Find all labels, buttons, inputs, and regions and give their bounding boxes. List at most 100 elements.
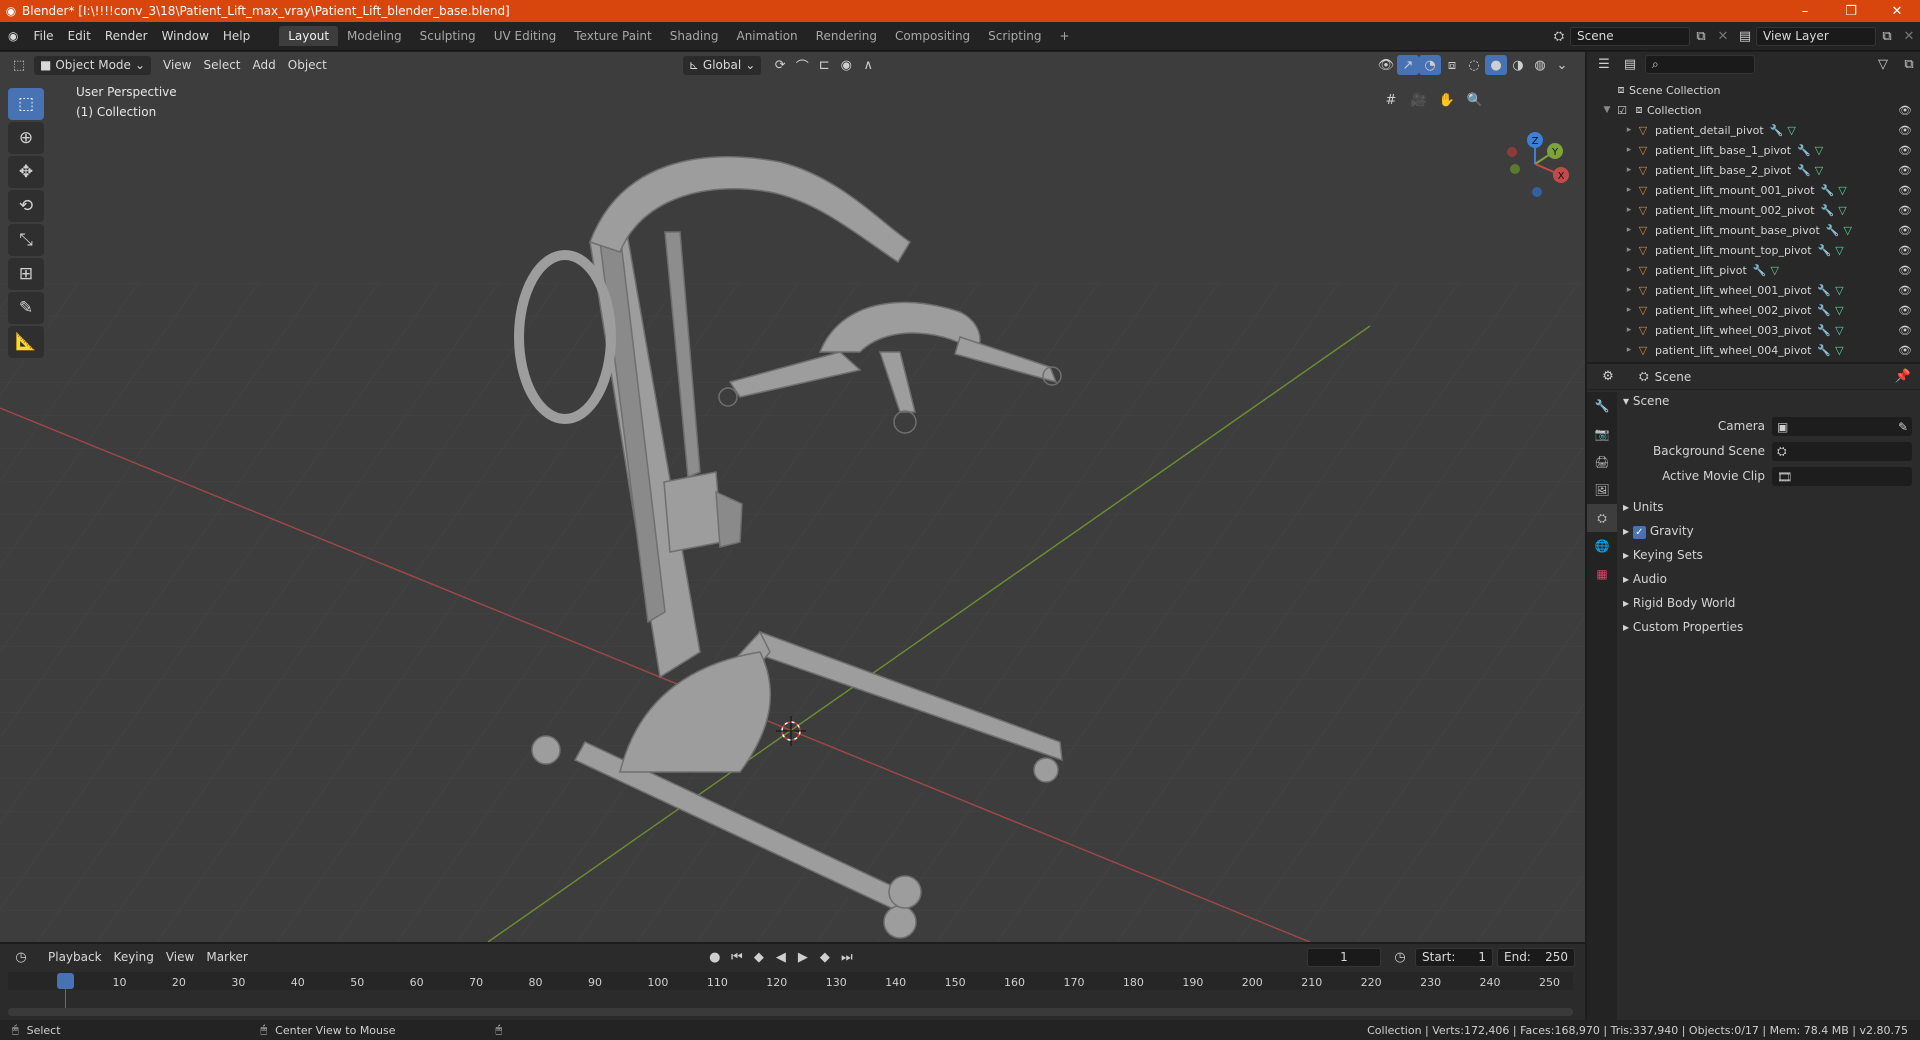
modifier-wrench-icon[interactable]: 🔧 bbox=[1821, 204, 1835, 217]
outliner-object-row[interactable]: ▸ ▽ patient_lift_mount_base_pivot 🔧 ▽ 👁 bbox=[1587, 220, 1920, 240]
mesh-data-icon[interactable]: ▽ bbox=[1815, 144, 1823, 157]
end-frame-field[interactable]: End: 250 bbox=[1497, 947, 1575, 967]
units-panel[interactable]: ▸ Units bbox=[1623, 500, 1664, 514]
tab-sculpting[interactable]: Sculpting bbox=[411, 26, 485, 46]
tab-texture-paint[interactable]: Texture Paint bbox=[565, 26, 660, 46]
viewport-menu-select[interactable]: Select bbox=[197, 58, 246, 72]
pin-icon[interactable]: 📌 bbox=[1892, 367, 1914, 387]
mesh-data-icon[interactable]: ▽ bbox=[1835, 324, 1843, 337]
eye-icon[interactable]: 👁 bbox=[1898, 264, 1912, 277]
expand-arrow-icon[interactable]: ▸ bbox=[1623, 125, 1635, 135]
outliner-scene-collection[interactable]: ⧈ Scene Collection bbox=[1587, 80, 1920, 100]
outliner-search-input[interactable]: ⌕ bbox=[1645, 54, 1755, 74]
menu-render[interactable]: Render bbox=[98, 29, 155, 43]
mesh-data-icon[interactable]: ▽ bbox=[1815, 164, 1823, 177]
modifier-wrench-icon[interactable]: 🔧 bbox=[1817, 344, 1831, 357]
timeline-menu-view[interactable]: View bbox=[160, 950, 200, 964]
3d-viewport[interactable]: Z Y X ⬚ ■ Object Mode ⌄ View Select Add Ob… bbox=[0, 52, 1585, 942]
current-frame-field[interactable]: 1 bbox=[1307, 947, 1381, 967]
keying-sets-panel[interactable]: ▸ Keying Sets bbox=[1623, 548, 1703, 562]
next-keyframe-icon[interactable]: ◆ bbox=[814, 947, 836, 967]
timeline-menu-keying[interactable]: Keying bbox=[108, 950, 160, 964]
scene-panel-header[interactable]: ▾ Scene bbox=[1623, 394, 1669, 408]
tab-shading[interactable]: Shading bbox=[661, 26, 728, 46]
select-box-tool-icon[interactable]: ⬚ bbox=[8, 88, 44, 120]
view-layer-field[interactable]: View Layer bbox=[1756, 26, 1876, 46]
add-workspace-button[interactable]: + bbox=[1051, 26, 1079, 46]
display-mode-icon[interactable]: ▤ bbox=[1619, 54, 1641, 74]
tab-compositing[interactable]: Compositing bbox=[886, 26, 979, 46]
overlay-toggle-icon[interactable]: ◔ bbox=[1419, 55, 1441, 75]
eye-icon[interactable]: 👁 bbox=[1898, 204, 1912, 217]
eye-icon[interactable]: 👁 bbox=[1898, 124, 1912, 137]
eye-icon[interactable]: 👁 bbox=[1898, 184, 1912, 197]
outliner-object-row[interactable]: ▸ ▽ patient_lift_wheel_004_pivot 🔧 ▽ 👁 bbox=[1587, 340, 1920, 360]
modifier-wrench-icon[interactable]: 🔧 bbox=[1797, 164, 1811, 177]
background-scene-field[interactable]: ⛭ bbox=[1772, 442, 1912, 461]
outliner-collection[interactable]: ▼ ☑ ⧈ Collection 👁 bbox=[1587, 100, 1920, 120]
expand-arrow-icon[interactable]: ▸ bbox=[1623, 345, 1635, 355]
rotate-tool-icon[interactable]: ⟲ bbox=[8, 190, 44, 222]
custom-properties-panel[interactable]: ▸ Custom Properties bbox=[1623, 620, 1743, 634]
shading-wireframe-icon[interactable]: ◌ bbox=[1463, 55, 1485, 75]
prev-keyframe-icon[interactable]: ◆ bbox=[748, 947, 770, 967]
pan-hand-icon[interactable]: ✋ bbox=[1436, 90, 1458, 110]
proportional-editing-icon[interactable]: ◉ bbox=[835, 55, 857, 75]
tab-scripting[interactable]: Scripting bbox=[979, 26, 1050, 46]
checkbox-icon[interactable]: ☑ bbox=[1613, 104, 1631, 117]
tab-uv-editing[interactable]: UV Editing bbox=[485, 26, 566, 46]
outliner-object-row[interactable]: ▸ ▽ patient_lift_mount_001_pivot 🔧 ▽ 👁 bbox=[1587, 180, 1920, 200]
timeline-menu-playback[interactable]: Playback bbox=[42, 950, 108, 964]
expand-arrow-icon[interactable]: ▸ bbox=[1623, 225, 1635, 235]
outliner-object-row[interactable]: ▸ ▽ patient_lift_base_2_pivot 🔧 ▽ 👁 bbox=[1587, 160, 1920, 180]
timeline-editor-icon[interactable]: ◷ bbox=[10, 947, 32, 967]
modifier-wrench-icon[interactable]: 🔧 bbox=[1753, 264, 1767, 277]
output-tab-icon[interactable]: 🖨 bbox=[1587, 448, 1617, 476]
editor-type-icon[interactable]: ⬚ bbox=[8, 55, 30, 75]
render-tab-icon[interactable]: 📷 bbox=[1587, 420, 1617, 448]
grid-view-icon[interactable]: # bbox=[1380, 90, 1402, 110]
transform-tool-icon[interactable]: ⊞ bbox=[8, 258, 44, 290]
gravity-panel[interactable]: ▸ ✓ Gravity bbox=[1623, 524, 1694, 539]
outliner-object-row[interactable]: ▸ ▽ patient_lift_wheel_001_pivot 🔧 ▽ 👁 bbox=[1587, 280, 1920, 300]
eye-icon[interactable]: 👁 bbox=[1898, 284, 1912, 297]
eye-icon[interactable]: 👁 bbox=[1898, 244, 1912, 257]
maximize-button[interactable]: ❐ bbox=[1828, 4, 1874, 19]
mesh-data-icon[interactable]: ▽ bbox=[1835, 244, 1843, 257]
expand-arrow-icon[interactable]: ▸ bbox=[1623, 185, 1635, 195]
new-scene-icon[interactable]: ⧉ bbox=[1690, 26, 1712, 46]
menu-help[interactable]: Help bbox=[216, 29, 257, 43]
expand-arrow-icon[interactable]: ▸ bbox=[1623, 245, 1635, 255]
tab-modeling[interactable]: Modeling bbox=[338, 26, 411, 46]
outliner-object-row[interactable]: ▸ ▽ patient_lift_mount_002_pivot 🔧 ▽ 👁 bbox=[1587, 200, 1920, 220]
scale-tool-icon[interactable]: ⤡ bbox=[8, 224, 44, 256]
expand-arrow-icon[interactable]: ▸ bbox=[1623, 165, 1635, 175]
pivot-point-icon[interactable]: ⟳ bbox=[769, 55, 791, 75]
eye-icon[interactable]: 👁 bbox=[1898, 104, 1912, 117]
menu-window[interactable]: Window bbox=[155, 29, 216, 43]
cursor-tool-icon[interactable]: ⊕ bbox=[8, 122, 44, 154]
modifier-wrench-icon[interactable]: 🔧 bbox=[1826, 224, 1840, 237]
outliner-object-row[interactable]: ▸ ▽ patient_lift_base_1_pivot 🔧 ▽ 👁 bbox=[1587, 140, 1920, 160]
expand-arrow-icon[interactable]: ▸ bbox=[1623, 265, 1635, 275]
delete-view-layer-icon[interactable]: ✕ bbox=[1898, 26, 1920, 46]
eye-icon[interactable]: 👁 bbox=[1898, 324, 1912, 337]
view-layer-icon[interactable]: ▤ bbox=[1734, 26, 1756, 46]
record-icon[interactable]: ● bbox=[704, 947, 726, 967]
mesh-data-icon[interactable]: ▽ bbox=[1843, 224, 1851, 237]
eye-icon[interactable]: 👁 bbox=[1898, 304, 1912, 317]
blender-menu-icon[interactable]: ◉ bbox=[0, 29, 26, 43]
jump-start-icon[interactable]: ⏮ bbox=[726, 947, 748, 967]
scene-tab-icon[interactable]: ⛭ bbox=[1587, 504, 1617, 532]
shading-rendered-icon[interactable]: ◍ bbox=[1529, 55, 1551, 75]
eyedropper-icon[interactable]: ✎ bbox=[1898, 420, 1908, 434]
expand-arrow-icon[interactable]: ▸ bbox=[1623, 325, 1635, 335]
modifier-wrench-icon[interactable]: 🔧 bbox=[1817, 304, 1831, 317]
menu-edit[interactable]: Edit bbox=[61, 29, 98, 43]
mesh-data-icon[interactable]: ▽ bbox=[1838, 184, 1846, 197]
close-button[interactable]: ✕ bbox=[1874, 4, 1920, 19]
outliner-object-row[interactable]: ▸ ▽ patient_lift_wheel_002_pivot 🔧 ▽ 👁 bbox=[1587, 300, 1920, 320]
move-tool-icon[interactable]: ✥ bbox=[8, 156, 44, 188]
mesh-data-icon[interactable]: ▽ bbox=[1787, 124, 1795, 137]
delete-scene-icon[interactable]: ✕ bbox=[1712, 26, 1734, 46]
